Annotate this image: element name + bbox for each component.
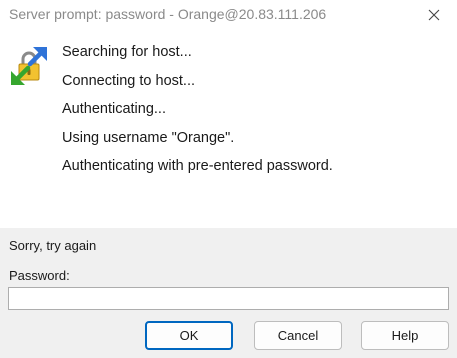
title-bar: Server prompt: password - Orange@20.83.1…	[0, 0, 457, 30]
prompt-panel: Sorry, try again Password: OK Cancel Hel…	[0, 228, 457, 358]
close-icon	[428, 9, 440, 21]
window-title: Server prompt: password - Orange@20.83.1…	[9, 6, 327, 22]
log-message: Authenticating...	[62, 101, 166, 117]
close-button[interactable]	[411, 0, 457, 30]
log-message: Searching for host...	[62, 44, 192, 60]
status-message: Sorry, try again	[9, 238, 97, 253]
log-message: Using username "Orange".	[62, 129, 235, 146]
server-prompt-dialog: Server prompt: password - Orange@20.83.1…	[0, 0, 457, 358]
password-label: Password:	[9, 268, 70, 283]
help-button[interactable]: Help	[361, 321, 449, 350]
log-message: Authenticating with pre-entered password…	[62, 158, 333, 174]
ok-button[interactable]: OK	[145, 321, 233, 350]
password-input[interactable]	[8, 287, 449, 310]
cancel-button[interactable]: Cancel	[254, 321, 342, 350]
log-message: Connecting to host...	[62, 72, 195, 89]
connection-log: Searching for host... Connecting to host…	[62, 38, 333, 181]
putty-key-icon	[11, 47, 47, 85]
